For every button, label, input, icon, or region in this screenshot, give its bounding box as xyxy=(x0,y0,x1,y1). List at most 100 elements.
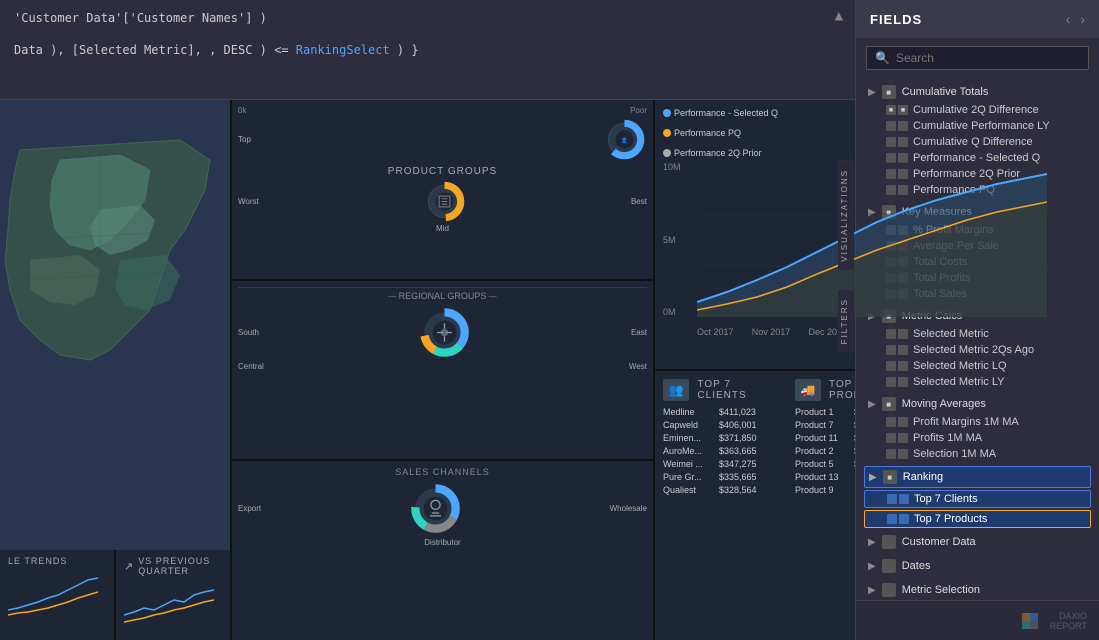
product-row-0: Product 1 $2,238,121 xyxy=(795,407,855,417)
clients-bars: Medline $411,023 Capweld $406,001 Eminen… xyxy=(663,407,779,495)
regional-groups-panel: — REGIONAL GROUPS — South xyxy=(232,281,653,460)
brand-logo: DAXIOREPORT xyxy=(1022,611,1087,631)
field-group-dates: ▶ Dates xyxy=(856,554,1099,578)
chart-legend: Performance - Selected Q Performance PQ … xyxy=(663,108,847,158)
wholesale-label: Wholesale xyxy=(610,504,647,513)
y-labels: 10M 5M 0M xyxy=(663,162,695,317)
client-row-6: Qualiest $328,564 xyxy=(663,485,779,495)
svg-text:👤: 👤 xyxy=(621,137,628,144)
field-item[interactable]: Cumulative Performance LY xyxy=(864,118,1091,134)
products-bars: Product 1 $2,238,121 Product 7 $2,149,88… xyxy=(795,407,855,495)
dashboard-grid: LE TRENDS ↗ VS PREVIOUS QUARTER xyxy=(0,100,855,640)
client-row-5: Pure Gr... $335,665 xyxy=(663,472,779,482)
group-icon-box: ■ xyxy=(882,85,896,99)
mid-label: Mid xyxy=(436,224,449,233)
le-trends-panel: LE TRENDS xyxy=(0,550,114,640)
field-item-top7-clients[interactable]: Top 7 Clients xyxy=(864,490,1091,508)
trend-panels: LE TRENDS ↗ VS PREVIOUS QUARTER xyxy=(0,550,230,640)
legend-item-pq: Performance PQ xyxy=(663,128,741,138)
group-header-cumulative-totals[interactable]: ▶ ■ Cumulative Totals xyxy=(864,82,1091,102)
sparkline-left xyxy=(8,570,98,620)
right-column: 0k Poor Top 👤 PRODUCT xyxy=(232,100,653,640)
top-clients-panel: 👥 TOP 7 CLIENTS Medline $411,023 Capweld… xyxy=(663,379,779,632)
central-label: Central xyxy=(238,362,264,371)
chart-container: 10M 5M 0M xyxy=(663,162,847,337)
field-item[interactable]: Profits 1M MA xyxy=(864,430,1091,446)
south-label: South xyxy=(238,328,259,337)
code-line-2: Data ), [Selected Metric], , DESC ) <= R… xyxy=(14,40,841,62)
field-item[interactable]: ■■ Cumulative 2Q Difference xyxy=(864,102,1091,118)
sparkline-right xyxy=(124,580,214,630)
field-item[interactable]: Selected Metric xyxy=(864,326,1091,342)
search-input[interactable] xyxy=(896,51,1080,65)
group-name-metric-selection: Metric Selection xyxy=(902,584,980,596)
fields-footer: DAXIOREPORT xyxy=(856,600,1099,640)
sales-channels-title: SALES CHANNELS xyxy=(238,467,647,477)
arrow-right[interactable]: › xyxy=(1080,11,1085,27)
field-item[interactable]: Selected Metric 2Qs Ago xyxy=(864,342,1091,358)
field-group-metric-calcs: ▶ ■ Metric Calcs Selected Metric Selecte… xyxy=(856,304,1099,392)
client-row-4: Weimei ... $347,275 xyxy=(663,459,779,469)
top-label: Top xyxy=(238,135,251,144)
group-name-ranking: Ranking xyxy=(903,471,943,483)
clients-icon: 👥 xyxy=(663,379,689,401)
legend-item-2q-prior: Performance 2Q Prior xyxy=(663,148,762,158)
product-groups-panel: 0k Poor Top 👤 PRODUCT xyxy=(232,100,653,279)
field-item[interactable]: Profit Margins 1M MA xyxy=(864,414,1091,430)
top-clients-title: TOP 7 CLIENTS xyxy=(697,379,779,401)
group-header-metric-selection[interactable]: ▶ Metric Selection xyxy=(864,580,1091,600)
field-item[interactable]: Cumulative Q Difference xyxy=(864,134,1091,150)
code-highlight: RankingSelect xyxy=(296,43,390,57)
viz-tab-visualizations[interactable]: VISUALIZATIONS xyxy=(838,160,854,270)
expand-icon: ▶ xyxy=(868,87,876,98)
vs-previous-panel: ↗ VS PREVIOUS QUARTER xyxy=(116,550,230,640)
sales-channels-panel: SALES CHANNELS Export xyxy=(232,461,653,640)
fields-list: ▶ ■ Cumulative Totals ■■ Cumulative 2Q D… xyxy=(856,78,1099,600)
donut-regional xyxy=(417,305,472,360)
group-items-ranking: Top 7 Clients Top 7 Products xyxy=(864,490,1091,528)
line-chart-svg xyxy=(697,162,1047,317)
main-area: 'Customer Data'['Customer Names'] ) Data… xyxy=(0,0,855,640)
group-header-ranking[interactable]: ▶ ■ Ranking xyxy=(864,466,1091,488)
poor-label: Poor xyxy=(630,106,647,115)
fields-panel: FIELDS ‹ › 🔍 ▶ ■ Cumulative Totals xyxy=(855,0,1099,640)
group-header-dates[interactable]: ▶ Dates xyxy=(864,556,1091,576)
field-item-top7-products[interactable]: Top 7 Products xyxy=(864,510,1091,528)
legend-item-selected-q: Performance - Selected Q xyxy=(663,108,778,118)
field-group-ranking: ▶ ■ Ranking Top 7 Clients Top 7 Products xyxy=(856,464,1099,530)
group-header-moving-averages[interactable]: ▶ ■ Moving Averages xyxy=(864,394,1091,414)
regional-title-text: REGIONAL GROUPS xyxy=(399,291,487,301)
ok-label: 0k xyxy=(238,106,246,115)
product-row-4: Product 5 $1,165,902 xyxy=(795,459,855,469)
map-svg xyxy=(0,110,230,380)
worst-label: Worst xyxy=(238,197,259,206)
product-row-2: Product 11 $1,770,244 xyxy=(795,433,855,443)
field-item[interactable]: Selection 1M MA xyxy=(864,446,1091,462)
top-products-title: TOP 7 PRODUCTS xyxy=(829,379,855,401)
group-header-customer-data[interactable]: ▶ Customer Data xyxy=(864,532,1091,552)
field-item[interactable]: Selected Metric LY xyxy=(864,374,1091,390)
field-item[interactable]: Selected Metric LQ xyxy=(864,358,1091,374)
arrow-left[interactable]: ‹ xyxy=(1066,11,1071,27)
group-name-customer-data: Customer Data xyxy=(902,536,976,548)
bottom-bar-panels: 👥 TOP 7 CLIENTS Medline $411,023 Capweld… xyxy=(655,371,855,640)
group-items-moving-averages: Profit Margins 1M MA Profits 1M MA Selec… xyxy=(864,414,1091,462)
vs-previous-title: ↗ VS PREVIOUS QUARTER xyxy=(124,556,222,576)
west-label: West xyxy=(629,362,647,371)
x-labels: Oct 2017 Nov 2017 Dec 2017 xyxy=(697,327,847,337)
top-products-header: 🚚 TOP 7 PRODUCTS xyxy=(795,379,855,401)
viz-tab-filters[interactable]: FILTERS xyxy=(838,290,854,352)
product-row-6: Product 9 xyxy=(795,485,855,495)
group-name-moving-averages: Moving Averages xyxy=(902,398,986,410)
search-container: 🔍 xyxy=(866,46,1089,70)
client-row-1: Capweld $406,001 xyxy=(663,420,779,430)
donut-mid xyxy=(422,179,467,224)
field-group-customer-data: ▶ Customer Data xyxy=(856,530,1099,554)
donut-sales xyxy=(408,481,463,536)
line-chart-panel: Performance - Selected Q Performance PQ … xyxy=(655,100,855,369)
client-row-3: AuroMe... $363,665 xyxy=(663,446,779,456)
east-label: East xyxy=(631,328,647,337)
le-trends-title: LE TRENDS xyxy=(8,556,106,566)
fields-nav-arrows: ‹ › xyxy=(1066,11,1085,27)
collapse-button[interactable]: ▲ xyxy=(835,8,843,24)
